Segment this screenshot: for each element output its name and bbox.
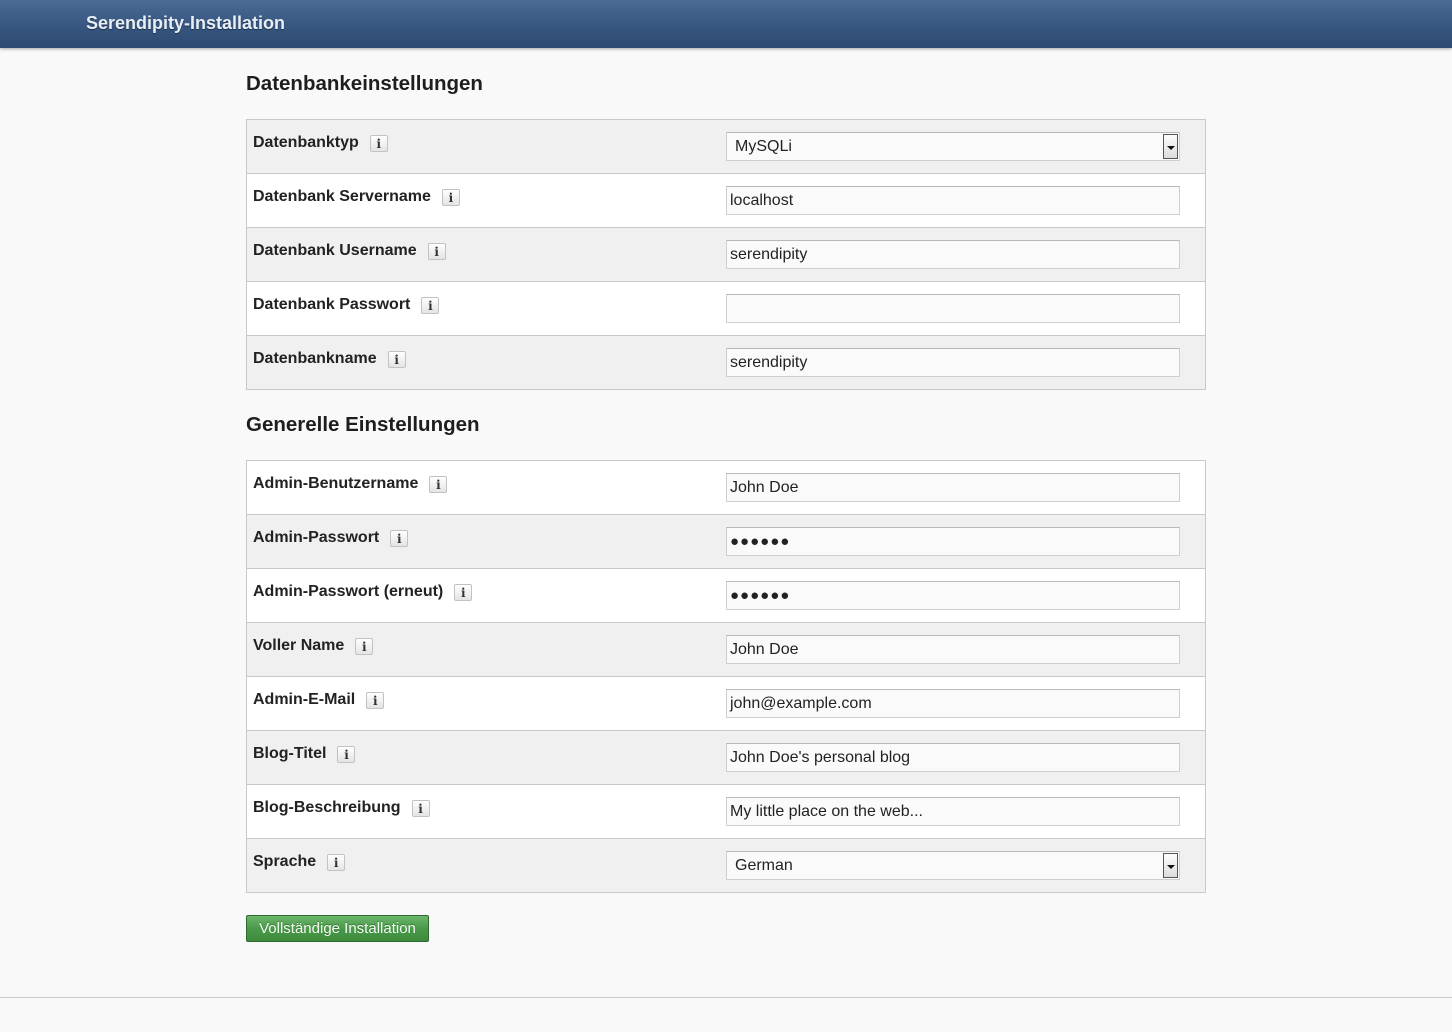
info-icon[interactable]: i — [366, 691, 385, 709]
form-row-db-type: Datenbanktyp i MySQLi — [247, 120, 1205, 173]
field-label: Sprache i — [253, 853, 346, 871]
form-row-full-name: Voller Name i John Doe — [247, 622, 1205, 676]
info-icon[interactable]: i — [337, 745, 356, 763]
chevron-down-icon[interactable] — [1163, 134, 1178, 159]
db-name-label: Datenbankname — [253, 350, 377, 367]
field-label: Admin-Passwort i — [253, 529, 409, 547]
form-row-db-name: Datenbankname i serendipity — [247, 335, 1205, 389]
db-type-label: Datenbanktyp — [253, 134, 359, 151]
form-row-db-user: Datenbank Username i serendipity — [247, 227, 1205, 281]
form-row-admin-username: Admin-Benutzername i John Doe — [247, 461, 1205, 514]
field-label: Voller Name i — [253, 637, 374, 655]
form-row-db-password: Datenbank Passwort i — [247, 281, 1205, 335]
form-row-blog-description: Blog-Beschreibung i My little place on th… — [247, 784, 1205, 838]
field-label: Datenbanktyp i — [253, 134, 388, 152]
database-settings-table: Datenbanktyp i MySQLi Datenbank Servernam… — [246, 119, 1206, 390]
db-user-label: Datenbank Username — [253, 242, 417, 259]
form-row-admin-password: Admin-Passwort i ●●●●●● — [247, 514, 1205, 568]
form-row-language: Sprache i German — [247, 838, 1205, 892]
db-password-input[interactable] — [726, 294, 1180, 323]
info-icon[interactable]: i — [387, 350, 406, 368]
info-icon[interactable]: i — [355, 637, 374, 655]
db-host-input[interactable]: localhost — [726, 186, 1180, 215]
field-label: Datenbank Passwort i — [253, 296, 440, 314]
field-label: Datenbank Servername i — [253, 188, 460, 206]
blog-title-label: Blog-Titel — [253, 745, 327, 762]
full-name-input[interactable]: John Doe — [726, 635, 1180, 664]
blog-description-label: Blog-Beschreibung — [253, 799, 401, 816]
admin-username-label: Admin-Benutzername — [253, 475, 419, 492]
field-label: Admin-Passwort (erneut) i — [253, 583, 473, 601]
field-label: Blog-Titel i — [253, 745, 356, 763]
admin-email-input[interactable]: john@example.com — [726, 689, 1180, 718]
admin-username-input[interactable]: John Doe — [726, 473, 1180, 502]
general-settings-heading: Generelle Einstellungen — [246, 413, 480, 436]
field-label: Blog-Beschreibung i — [253, 799, 430, 817]
app-title: Serendipity-Installation — [86, 13, 286, 33]
db-host-label: Datenbank Servername — [253, 188, 431, 205]
info-icon[interactable]: i — [390, 529, 409, 547]
field-label: Admin-E-Mail i — [253, 691, 385, 709]
db-user-input[interactable]: serendipity — [726, 240, 1180, 269]
admin-password-repeat-label: Admin-Passwort (erneut) — [253, 583, 444, 600]
form-row-admin-password-repeat: Admin-Passwort (erneut) i ●●●●●● — [247, 568, 1205, 622]
info-icon[interactable]: i — [421, 296, 440, 314]
admin-password-label: Admin-Passwort — [253, 529, 380, 546]
chevron-down-icon[interactable] — [1163, 853, 1178, 878]
info-icon[interactable]: i — [427, 242, 446, 260]
db-type-select[interactable]: MySQLi — [726, 132, 1180, 161]
database-settings-heading: Datenbankeinstellungen — [246, 72, 483, 95]
language-label: Sprache — [253, 853, 317, 870]
footer-divider — [0, 997, 1452, 998]
info-icon[interactable]: i — [411, 799, 430, 817]
info-icon[interactable]: i — [369, 134, 388, 152]
field-label: Datenbank Username i — [253, 242, 446, 260]
info-icon[interactable]: i — [454, 583, 473, 601]
language-select[interactable]: German — [726, 851, 1180, 880]
complete-installation-button[interactable]: Vollständige Installation — [246, 915, 429, 942]
field-label: Datenbankname i — [253, 350, 406, 368]
top-header-bar: Serendipity-Installation — [0, 0, 1452, 48]
blog-description-input[interactable]: My little place on the web... — [726, 797, 1180, 826]
general-settings-table: Admin-Benutzername i John Doe Admin-Passw… — [246, 460, 1206, 893]
language-selected-value: German — [735, 857, 793, 874]
form-row-db-host: Datenbank Servername i localhost — [247, 173, 1205, 227]
info-icon[interactable]: i — [327, 853, 346, 871]
form-row-blog-title: Blog-Titel i John Doe's personal blog — [247, 730, 1205, 784]
full-name-label: Voller Name — [253, 637, 345, 654]
admin-password-input[interactable]: ●●●●●● — [726, 527, 1180, 556]
db-password-label: Datenbank Passwort — [253, 296, 411, 313]
form-row-admin-email: Admin-E-Mail i john@example.com — [247, 676, 1205, 730]
admin-email-label: Admin-E-Mail — [253, 691, 356, 708]
info-icon[interactable]: i — [441, 188, 460, 206]
field-label: Admin-Benutzername i — [253, 475, 448, 493]
blog-title-input[interactable]: John Doe's personal blog — [726, 743, 1180, 772]
info-icon[interactable]: i — [429, 475, 448, 493]
db-name-input[interactable]: serendipity — [726, 348, 1180, 377]
admin-password-repeat-input[interactable]: ●●●●●● — [726, 581, 1180, 610]
db-type-selected-value: MySQLi — [735, 138, 792, 155]
